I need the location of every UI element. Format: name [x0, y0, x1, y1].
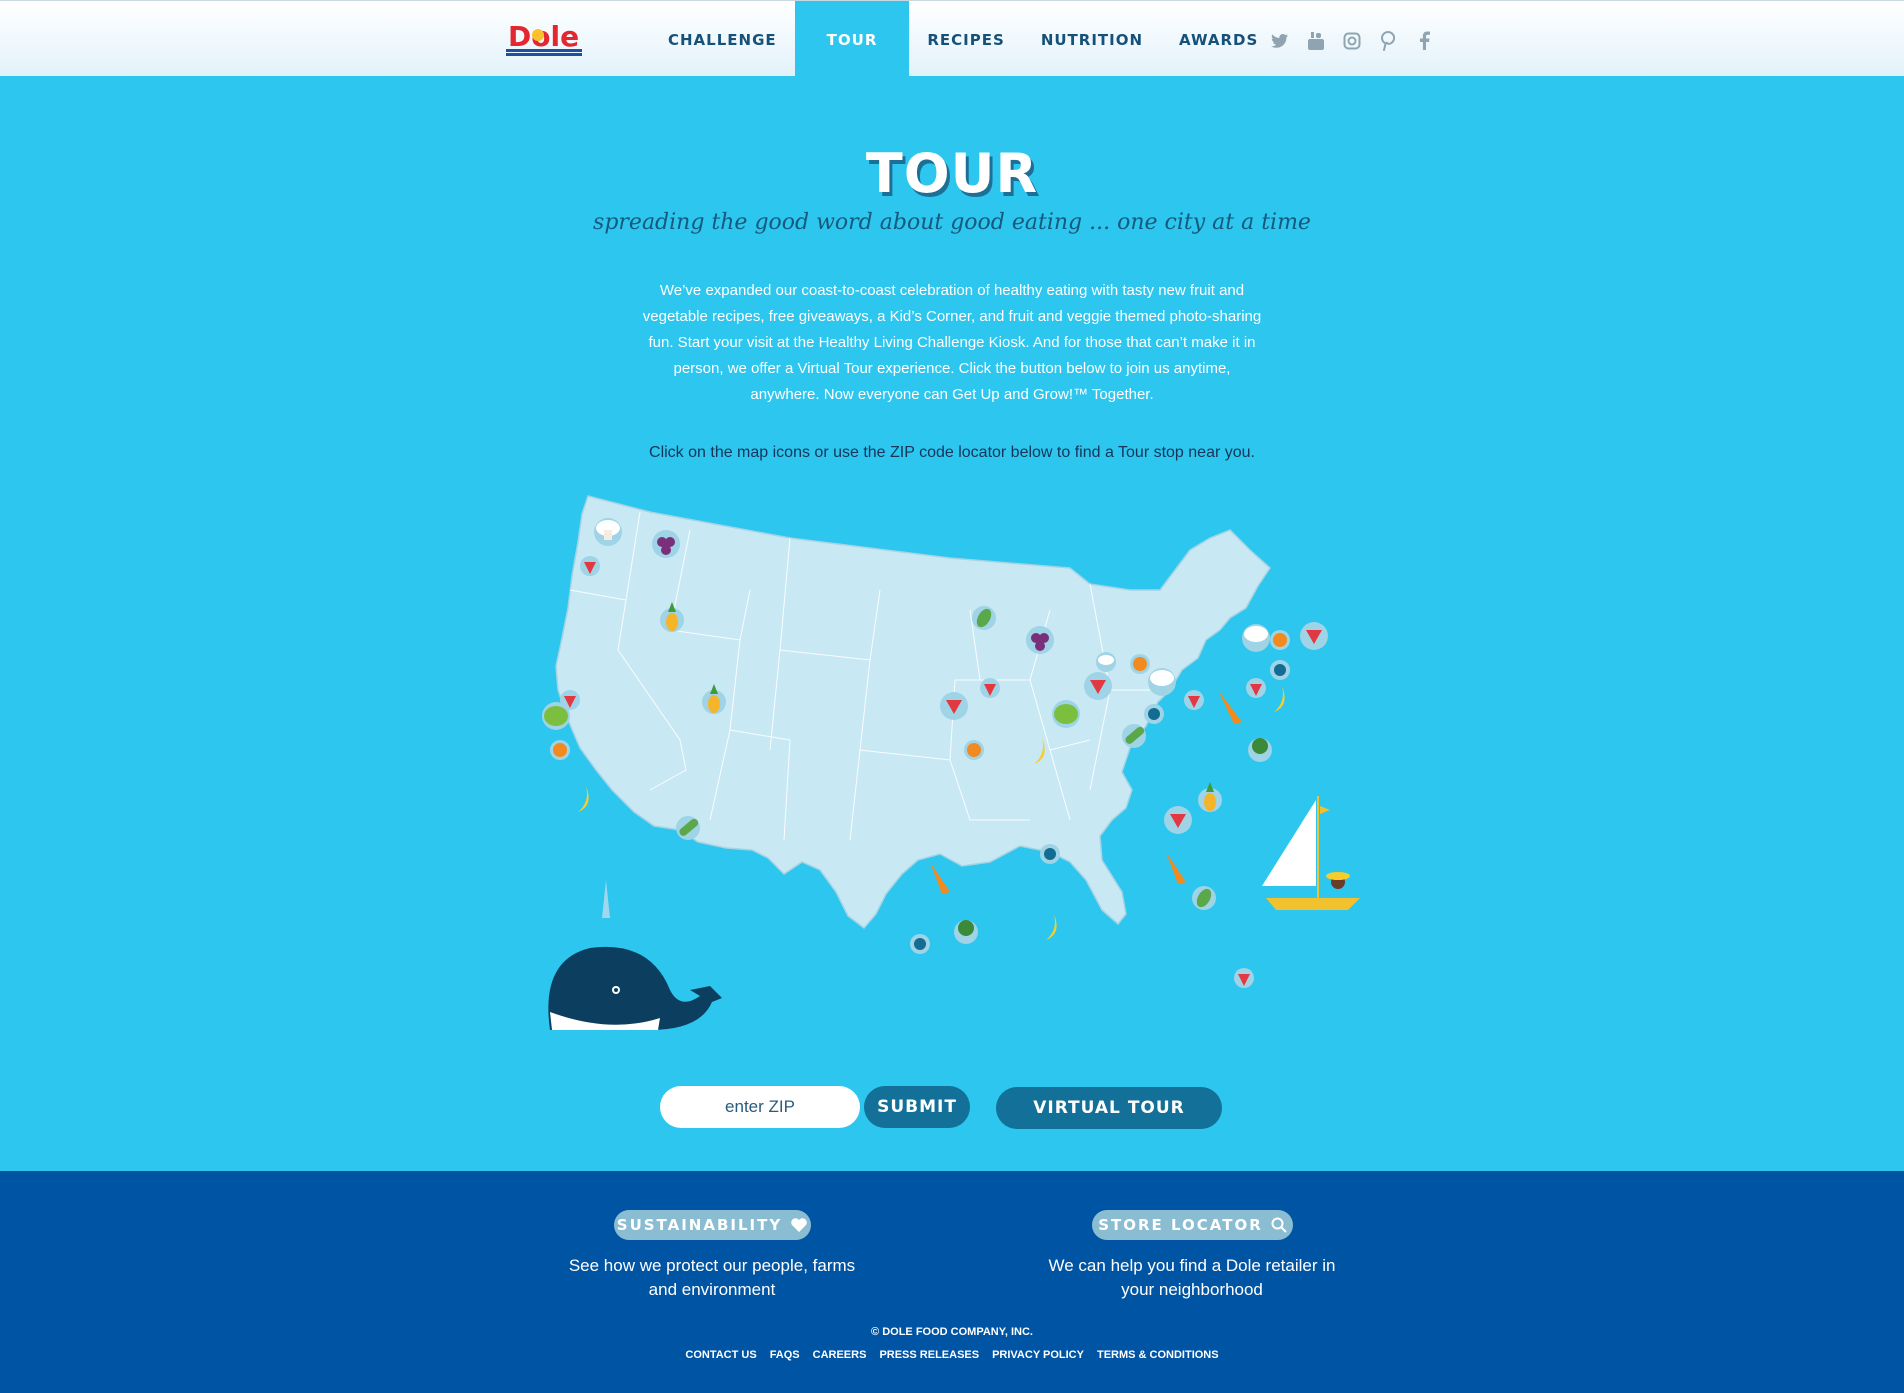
- map-marker-banana[interactable]: [578, 786, 589, 812]
- nav-recipes[interactable]: RECIPES: [909, 1, 1022, 77]
- map-marker-orange[interactable]: [964, 740, 984, 760]
- map-marker-banana[interactable]: [1274, 686, 1285, 712]
- footer-link-privacy[interactable]: PRIVACY POLICY: [992, 1349, 1084, 1361]
- map-marker-zucchini[interactable]: [1122, 724, 1146, 748]
- main-nav: CHALLENGE TOUR RECIPES NUTRITION AWARDS: [650, 1, 1276, 77]
- nav-tour[interactable]: TOUR: [794, 1, 910, 77]
- map-marker-broccoli[interactable]: [1248, 738, 1272, 762]
- footer-link-terms[interactable]: TERMS & CONDITIONS: [1097, 1349, 1219, 1361]
- map-marker-mushroom[interactable]: [1242, 624, 1270, 652]
- map-marker-spinach[interactable]: [1192, 886, 1216, 910]
- sailboat-illustration: [1262, 796, 1360, 910]
- map-marker-mushroom[interactable]: [1148, 668, 1176, 696]
- map-marker-banana[interactable]: [1046, 914, 1057, 940]
- map-marker-grapes[interactable]: [1026, 626, 1054, 654]
- map-marker-spinach[interactable]: [972, 606, 996, 630]
- store-locator-label: STORE LOCATOR: [1098, 1216, 1263, 1234]
- nav-challenge[interactable]: CHALLENGE: [650, 1, 795, 77]
- footer-link-press[interactable]: PRESS RELEASES: [879, 1349, 979, 1361]
- footer-link-careers[interactable]: CAREERS: [813, 1349, 867, 1361]
- map-instruction: Click on the map icons or use the ZIP co…: [649, 444, 1255, 461]
- social-links: [1268, 31, 1436, 51]
- map-marker-mushroom[interactable]: [1096, 652, 1116, 672]
- map-marker-strawberry[interactable]: [980, 678, 1000, 698]
- map-marker-strawberry[interactable]: [1084, 672, 1112, 700]
- nav-awards[interactable]: AWARDS: [1161, 1, 1276, 77]
- map-marker-orange[interactable]: [1130, 654, 1150, 674]
- instagram-icon[interactable]: [1340, 31, 1364, 51]
- store-locator-button[interactable]: STORE LOCATOR: [1092, 1210, 1293, 1240]
- page-subtitle: spreading the good word about good eatin…: [593, 210, 1311, 235]
- map-marker-grapes[interactable]: [652, 530, 680, 558]
- map-marker-dot[interactable]: [1144, 704, 1164, 724]
- map-marker-strawberry[interactable]: [1184, 690, 1204, 710]
- nav-nutrition[interactable]: NUTRITION: [1023, 1, 1161, 77]
- map-marker-orange[interactable]: [550, 740, 570, 760]
- map-marker-strawberry[interactable]: [1246, 678, 1266, 698]
- map-marker-strawberry[interactable]: [1234, 968, 1254, 988]
- map-marker-carrot[interactable]: [1166, 852, 1186, 884]
- sustainability-button[interactable]: SUSTAINABILITY: [614, 1210, 811, 1240]
- youtube-icon[interactable]: [1304, 31, 1328, 51]
- map-marker-zucchini[interactable]: [676, 816, 700, 840]
- page-title: TOUR: [865, 142, 1039, 205]
- map-marker-lettuce[interactable]: [1052, 700, 1080, 728]
- map-marker-orange[interactable]: [1270, 630, 1290, 650]
- map-marker-strawberry[interactable]: [940, 692, 968, 720]
- store-locator-text: We can help you find a Dole retailer in …: [1048, 1256, 1336, 1299]
- footer-link-faqs[interactable]: FAQS: [770, 1349, 800, 1361]
- virtual-tour-button[interactable]: VIRTUAL TOUR: [996, 1087, 1222, 1129]
- map-marker-dot[interactable]: [1270, 660, 1290, 680]
- sustainability-label: SUSTAINABILITY: [616, 1216, 783, 1234]
- search-icon: [1271, 1217, 1287, 1233]
- map-marker-carrot[interactable]: [930, 862, 950, 894]
- footer-link-contact[interactable]: CONTACT US: [685, 1349, 756, 1361]
- map-marker-strawberry[interactable]: [1300, 622, 1328, 650]
- map-marker-pineapple[interactable]: [1198, 782, 1222, 812]
- site-header: Dole CHALLENGE TOUR RECIPES NUTRITION AW…: [0, 0, 1904, 77]
- map-marker-dot[interactable]: [1040, 844, 1060, 864]
- map-marker-carrot[interactable]: [1218, 690, 1242, 724]
- tour-map: [542, 495, 1360, 1030]
- map-marker-broccoli[interactable]: [954, 920, 978, 944]
- pinterest-icon[interactable]: [1376, 31, 1400, 51]
- submit-button[interactable]: SUBMIT: [864, 1086, 970, 1128]
- footer-links: CONTACT US FAQS CAREERS PRESS RELEASES P…: [0, 1349, 1904, 1361]
- map-marker-strawberry[interactable]: [580, 556, 600, 576]
- intro-paragraph: We’ve expanded our coast-to-coast celebr…: [642, 282, 1262, 403]
- map-marker-dot[interactable]: [910, 934, 930, 954]
- map-marker-mushroom[interactable]: [594, 518, 622, 546]
- dole-logo[interactable]: Dole: [506, 19, 582, 59]
- sustainability-text: See how we protect our people, farms and…: [568, 1256, 856, 1299]
- twitter-icon[interactable]: [1268, 31, 1292, 51]
- map-marker-strawberry[interactable]: [1164, 806, 1192, 834]
- zip-input[interactable]: [660, 1086, 860, 1128]
- site-footer: SUSTAINABILITY See how we protect our pe…: [0, 1171, 1904, 1393]
- map-marker-lettuce[interactable]: [542, 702, 570, 730]
- whale-illustration: [548, 880, 722, 1030]
- facebook-icon[interactable]: [1412, 31, 1436, 51]
- heart-icon: [791, 1218, 808, 1232]
- copyright: © DOLE FOOD COMPANY, INC.: [871, 1326, 1033, 1338]
